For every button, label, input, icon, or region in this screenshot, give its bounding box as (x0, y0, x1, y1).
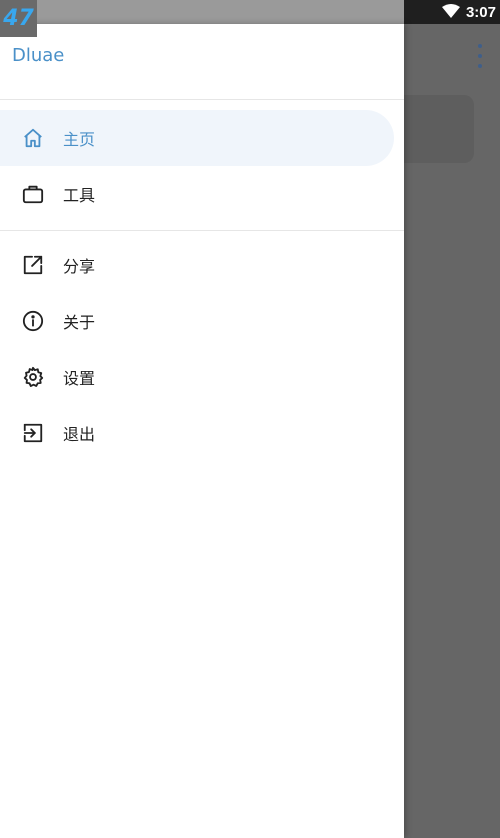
background-card (404, 95, 474, 163)
secondary-nav: 分享 关于 设置 退出 (0, 237, 404, 461)
nav-item-share[interactable]: 分享 (0, 237, 404, 293)
nav-item-tools[interactable]: 工具 (0, 166, 404, 222)
nav-item-logout[interactable]: 退出 (0, 405, 404, 461)
nav-item-home[interactable]: 主页 (0, 110, 394, 166)
nav-item-label: 设置 (63, 369, 96, 388)
home-icon (21, 126, 45, 150)
nav-item-label: 退出 (63, 425, 96, 444)
logout-icon (21, 421, 45, 445)
drawer-header: Dluae (0, 24, 404, 100)
wifi-icon (441, 3, 460, 22)
navigation-drawer: Dluae 主页 工具 分享 关于 设置 退出 (0, 24, 404, 838)
nav-item-label: 分享 (63, 257, 96, 276)
nav-divider (0, 230, 404, 231)
nav-item-label: 主页 (63, 130, 96, 149)
status-bar-left (0, 0, 404, 24)
info-icon (21, 309, 45, 333)
nav-item-settings[interactable]: 设置 (0, 349, 404, 405)
gear-icon (21, 365, 45, 389)
briefcase-icon (21, 182, 45, 206)
primary-nav: 主页 工具 (0, 100, 404, 222)
app-badge: 47 (0, 0, 37, 37)
status-bar: 3:07 (0, 0, 500, 24)
drawer-title: Dluae (12, 45, 65, 66)
nav-item-label: 关于 (63, 313, 96, 332)
more-vert-icon[interactable] (470, 44, 490, 68)
status-bar-right: 3:07 (404, 0, 500, 24)
status-time: 3:07 (465, 3, 496, 21)
share-icon (21, 253, 45, 277)
nav-item-label: 工具 (63, 186, 96, 205)
nav-item-about[interactable]: 关于 (0, 293, 404, 349)
